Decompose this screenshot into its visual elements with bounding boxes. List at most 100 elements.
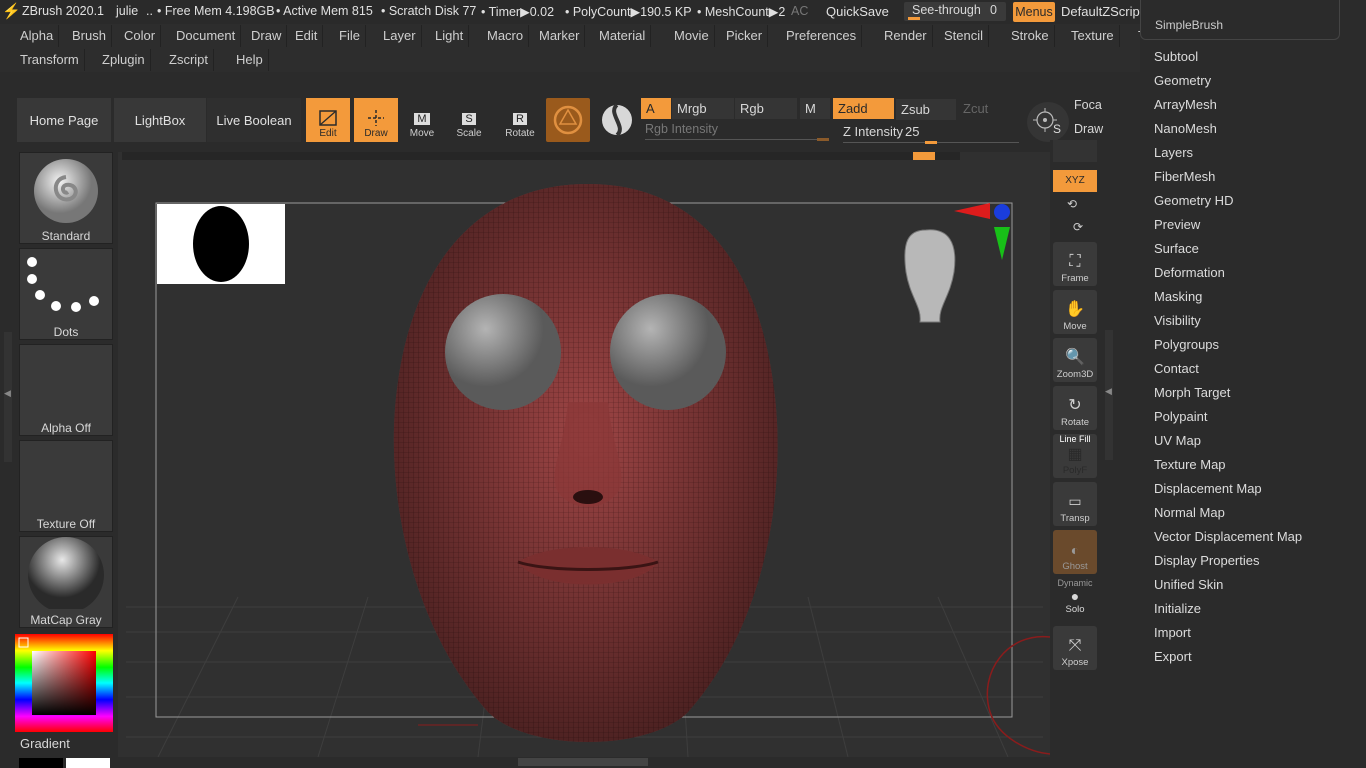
- default-zscript-button[interactable]: DefaultZScript: [1061, 4, 1143, 19]
- menu-edit[interactable]: Edit: [290, 25, 324, 47]
- left-tray-handle[interactable]: ◀: [4, 332, 12, 462]
- tool-subpalette-polygroups[interactable]: Polygroups: [1154, 333, 1219, 357]
- menu-transform[interactable]: Transform: [15, 49, 85, 71]
- menu-preferences[interactable]: Preferences: [781, 25, 863, 47]
- menu-zscript[interactable]: Zscript: [164, 49, 214, 71]
- navigation-head-icon[interactable]: [904, 229, 956, 323]
- current-tool-thumbnail[interactable]: SimpleBrush: [1140, 0, 1340, 40]
- menu-help[interactable]: Help: [231, 49, 269, 71]
- quicksave-button[interactable]: QuickSave: [826, 4, 889, 19]
- tool-subpalette-normal-map[interactable]: Normal Map: [1154, 501, 1225, 525]
- home-page-button[interactable]: Home Page: [17, 98, 111, 142]
- secondary-color-swatch[interactable]: [66, 758, 110, 768]
- document-canvas[interactable]: [118, 152, 1050, 766]
- tool-subpalette-uv-map[interactable]: UV Map: [1154, 429, 1201, 453]
- tool-subpalette-contact[interactable]: Contact: [1154, 357, 1199, 381]
- focal-shift-slider[interactable]: Foca: [1074, 98, 1104, 118]
- menu-macro[interactable]: Macro: [482, 25, 530, 47]
- frame-button[interactable]: ⛶ Frame: [1053, 242, 1097, 286]
- menu-stroke[interactable]: Stroke: [1006, 25, 1055, 47]
- texture-selector[interactable]: Texture Off: [19, 440, 113, 532]
- menus-toggle[interactable]: Menus: [1013, 2, 1055, 22]
- tool-subpalette-fibermesh[interactable]: FiberMesh: [1154, 165, 1215, 189]
- zoom3d-button[interactable]: 🔍 Zoom3D: [1053, 338, 1097, 382]
- sphere-brush-button[interactable]: [595, 98, 639, 142]
- tool-subpalette-displacement-map[interactable]: Displacement Map: [1154, 477, 1262, 501]
- live-boolean-button[interactable]: Live Boolean: [207, 98, 301, 142]
- solo-button[interactable]: Dynamic ● Solo: [1053, 578, 1097, 622]
- tool-subpalette-nanomesh[interactable]: NanoMesh: [1154, 117, 1217, 141]
- ghost-button[interactable]: ◐ Ghost: [1053, 530, 1097, 574]
- menu-color[interactable]: Color: [119, 25, 162, 47]
- menu-marker[interactable]: Marker: [534, 25, 586, 47]
- tool-subpalette-arraymesh[interactable]: ArrayMesh: [1154, 93, 1217, 117]
- zadd-toggle[interactable]: Zadd: [833, 98, 894, 119]
- rotate-view-button[interactable]: ↻ Rotate: [1053, 386, 1097, 430]
- a-channel-toggle[interactable]: A: [641, 98, 671, 119]
- see-through-slider[interactable]: See-through 0: [904, 2, 1006, 21]
- xyz-symmetry-button[interactable]: XYZ: [1053, 170, 1097, 192]
- menu-light[interactable]: Light: [430, 25, 470, 47]
- stroke-selector[interactable]: Dots: [19, 248, 113, 340]
- tool-subpalette-import[interactable]: Import: [1154, 621, 1191, 645]
- mrgb-toggle[interactable]: Mrgb: [672, 98, 734, 119]
- menu-document[interactable]: Document: [171, 25, 242, 47]
- tool-subpalette-visibility[interactable]: Visibility: [1154, 309, 1201, 333]
- tool-subpalette-texture-map[interactable]: Texture Map: [1154, 453, 1226, 477]
- shelf-item-top[interactable]: [1053, 140, 1097, 162]
- rotate-mode-button[interactable]: R Rotate: [498, 98, 542, 142]
- tool-subpalette-vector-displacement-map[interactable]: Vector Displacement Map: [1154, 525, 1302, 549]
- main-color-swatch[interactable]: [19, 758, 63, 768]
- tool-subpalette-masking[interactable]: Masking: [1154, 285, 1202, 309]
- tool-subpalette-subtool[interactable]: Subtool: [1154, 45, 1198, 69]
- color-picker[interactable]: [15, 634, 113, 732]
- m-toggle[interactable]: M: [800, 98, 830, 119]
- sculptris-pro-button[interactable]: [546, 98, 590, 142]
- tool-subpalette-deformation[interactable]: Deformation: [1154, 261, 1225, 285]
- tool-subpalette-initialize[interactable]: Initialize: [1154, 597, 1201, 621]
- tool-subpalette-layers[interactable]: Layers: [1154, 141, 1193, 165]
- xpose-button[interactable]: ⤧ Xpose: [1053, 626, 1097, 670]
- tool-subpalette-unified-skin[interactable]: Unified Skin: [1154, 573, 1223, 597]
- brush-selector[interactable]: Standard: [19, 152, 113, 244]
- axis-gizmo-icon[interactable]: [954, 203, 1010, 260]
- zsub-toggle[interactable]: Zsub: [896, 99, 956, 120]
- tool-subpalette-export[interactable]: Export: [1154, 645, 1192, 669]
- gradient-toggle[interactable]: Gradient: [15, 734, 113, 754]
- alpha-selector[interactable]: Alpha Off: [19, 344, 113, 436]
- scale-mode-button[interactable]: S Scale: [447, 98, 491, 142]
- lightbox-button[interactable]: LightBox: [114, 98, 206, 142]
- z-intensity-slider[interactable]: Z Intensity 25: [838, 121, 1020, 144]
- menu-material[interactable]: Material: [594, 25, 652, 47]
- viewport-3d[interactable]: [118, 152, 1050, 757]
- menu-layer[interactable]: Layer: [378, 25, 422, 47]
- tool-subpalette-geometry[interactable]: Geometry: [1154, 69, 1211, 93]
- draw-mode-button[interactable]: Draw: [354, 98, 398, 142]
- tool-subpalette-polypaint[interactable]: Polypaint: [1154, 405, 1207, 429]
- move-mode-button[interactable]: M Move: [400, 98, 444, 142]
- rgb-toggle[interactable]: Rgb: [735, 98, 797, 119]
- menu-movie[interactable]: Movie: [669, 25, 715, 47]
- right-tray-handle[interactable]: ◀: [1105, 330, 1113, 460]
- polyframe-button[interactable]: Line Fill ▦ PolyF: [1053, 434, 1097, 478]
- material-selector[interactable]: MatCap Gray: [19, 536, 113, 628]
- menu-picker[interactable]: Picker: [721, 25, 769, 47]
- menu-brush[interactable]: Brush: [67, 25, 112, 47]
- rgb-intensity-slider[interactable]: Rgb Intensity: [641, 121, 831, 141]
- menu-draw[interactable]: Draw: [246, 25, 288, 47]
- edit-mode-button[interactable]: Edit: [306, 98, 350, 142]
- menu-stencil[interactable]: Stencil: [939, 25, 990, 47]
- radial-symmetry-icon[interactable]: ⟳: [1073, 220, 1083, 234]
- local-symmetry-icon[interactable]: ⟲: [1067, 197, 1077, 211]
- tool-subpalette-surface[interactable]: Surface: [1154, 237, 1199, 261]
- menu-render[interactable]: Render: [879, 25, 933, 47]
- zcut-toggle[interactable]: Zcut: [958, 98, 1018, 119]
- tool-subpalette-morph-target[interactable]: Morph Target: [1154, 381, 1230, 405]
- gizmo-3d-button[interactable]: S: [1027, 102, 1069, 142]
- draw-size-slider[interactable]: Draw: [1074, 122, 1104, 142]
- move-view-button[interactable]: ✋ Move: [1053, 290, 1097, 334]
- menu-alpha[interactable]: Alpha: [15, 25, 60, 47]
- transparency-button[interactable]: ▭ Transp: [1053, 482, 1097, 526]
- bottom-tray-handle[interactable]: [518, 758, 648, 766]
- menu-zplugin[interactable]: Zplugin: [97, 49, 151, 71]
